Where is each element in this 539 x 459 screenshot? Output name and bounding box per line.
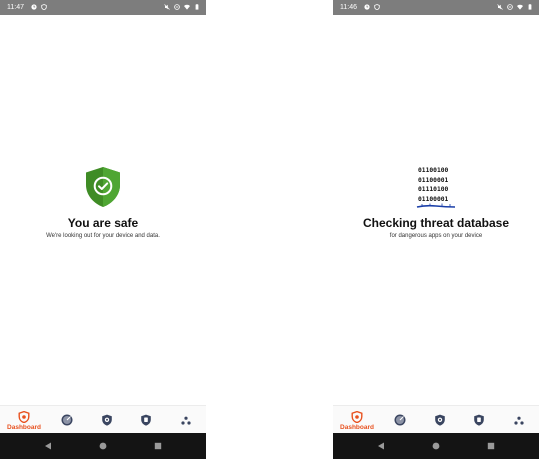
screen-checking: 11:46 01100100 01100001 01110100 0110000… (333, 0, 539, 459)
page-title: You are safe (67, 216, 139, 230)
dashboard-shield-icon (18, 411, 30, 423)
page-subtitle: We're looking out for your device and da… (46, 233, 160, 239)
shield-small-icon (374, 4, 380, 10)
privacy-shield-icon (102, 414, 112, 426)
nav-security[interactable] (129, 406, 163, 434)
notification-icon (364, 4, 370, 10)
security-shield-icon (474, 414, 484, 426)
more-dots-icon (514, 416, 524, 425)
back-icon[interactable] (376, 441, 386, 451)
status-bar: 11:46 (333, 0, 539, 15)
binary-line: 01110100 (418, 186, 449, 193)
system-navigation-bar (0, 433, 206, 459)
nav-more[interactable] (169, 406, 203, 434)
battery-icon (195, 4, 199, 10)
system-navigation-bar (333, 433, 539, 459)
bottom-navigation: Dashboard (333, 405, 539, 433)
do-not-disturb-icon (174, 4, 180, 10)
nav-scan[interactable] (50, 406, 84, 434)
do-not-disturb-icon (507, 4, 513, 10)
recents-icon[interactable] (153, 441, 163, 451)
nav-dashboard-label: Dashboard (7, 424, 41, 431)
recents-icon[interactable] (486, 441, 496, 451)
binary-line: 01100100 (418, 167, 449, 174)
scan-radar-icon (394, 414, 406, 426)
binary-animation: 01100100 01100001 01110100 01100001 (418, 166, 458, 204)
wifi-icon (517, 4, 523, 10)
nav-dashboard[interactable]: Dashboard (7, 406, 41, 434)
wifi-icon (184, 4, 190, 10)
status-time: 11:47 (7, 4, 24, 11)
shield-check-icon (86, 167, 120, 207)
nav-dashboard-label: Dashboard (340, 424, 374, 431)
mute-icon (164, 4, 170, 10)
more-dots-icon (181, 416, 191, 425)
screen-safe: 11:47 You are safe We're looking out for… (0, 0, 206, 459)
scan-wave-icon (416, 203, 456, 208)
scan-radar-icon (61, 414, 73, 426)
mute-icon (497, 4, 503, 10)
back-icon[interactable] (43, 441, 53, 451)
notification-icon (31, 4, 37, 10)
nav-dashboard[interactable]: Dashboard (340, 406, 374, 434)
home-icon[interactable] (98, 441, 108, 451)
status-bar: 11:47 (0, 0, 206, 15)
battery-icon (528, 4, 532, 10)
status-time: 11:46 (340, 4, 357, 11)
security-shield-icon (141, 414, 151, 426)
nav-security[interactable] (462, 406, 496, 434)
dashboard-shield-icon (351, 411, 363, 423)
bottom-navigation: Dashboard (0, 405, 206, 433)
nav-privacy[interactable] (423, 406, 457, 434)
privacy-shield-icon (435, 414, 445, 426)
page-title: Checking threat database (362, 216, 510, 230)
nav-scan[interactable] (383, 406, 417, 434)
shield-small-icon (41, 4, 47, 10)
binary-line: 01100001 (418, 176, 449, 184)
home-icon[interactable] (431, 441, 441, 451)
nav-more[interactable] (502, 406, 536, 434)
nav-privacy[interactable] (90, 406, 124, 434)
page-subtitle: for dangerous apps on your device (389, 233, 483, 239)
